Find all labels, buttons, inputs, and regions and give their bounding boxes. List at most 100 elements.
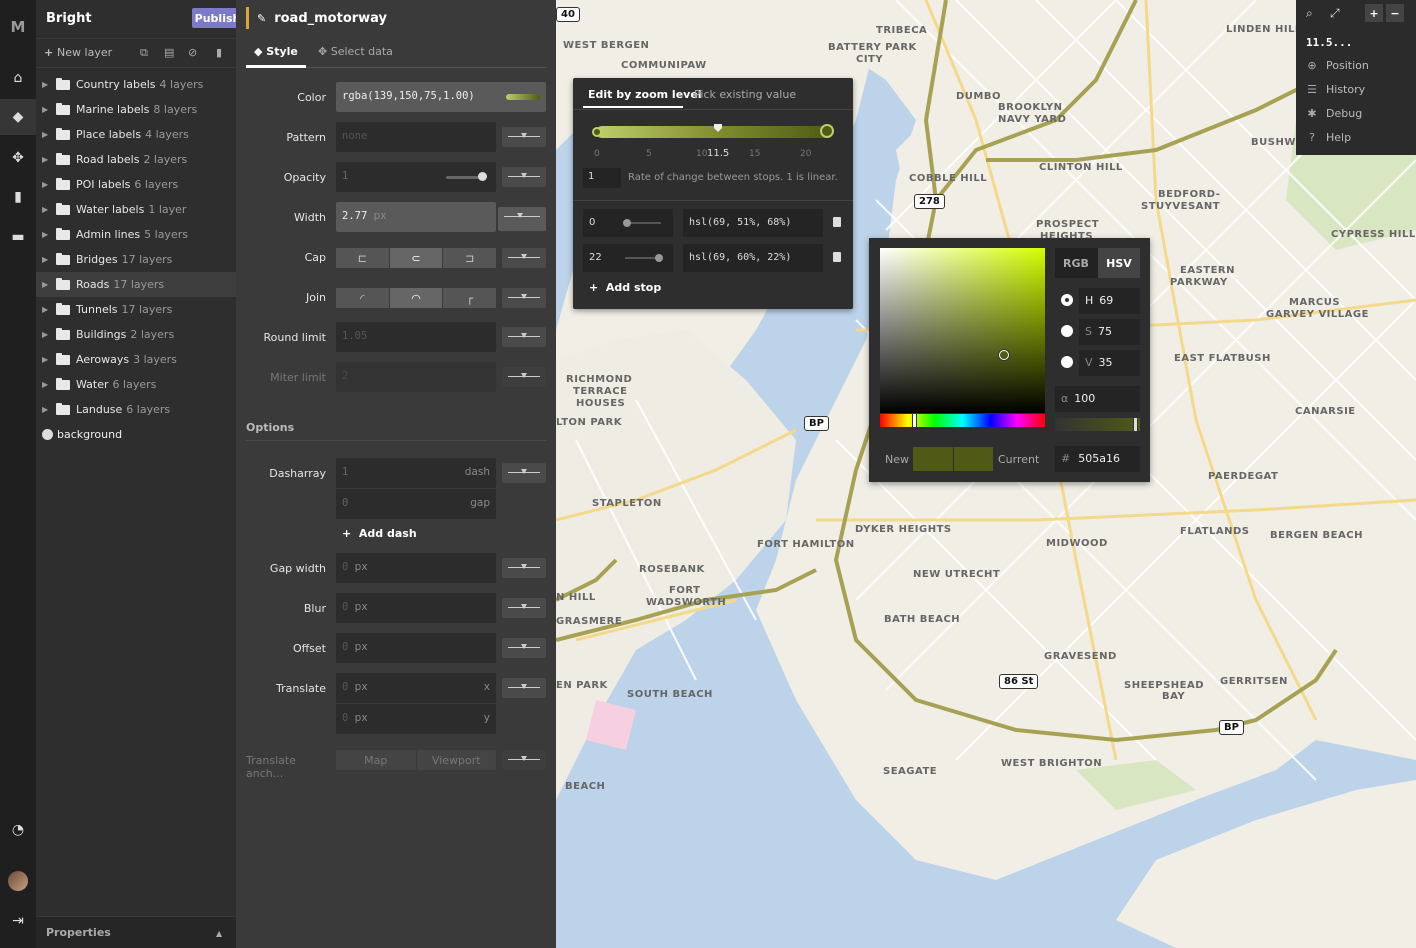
hue-input[interactable]: H 69	[1079, 288, 1140, 314]
new-layer-button[interactable]: + New layer	[44, 46, 112, 59]
gap-width-input[interactable]: 0 px	[336, 553, 496, 583]
color-ramp-swatch[interactable]	[506, 94, 540, 100]
current-color-swatch[interactable]	[954, 447, 993, 471]
dash-input[interactable]: 1 dash	[336, 458, 496, 488]
gap-input[interactable]: 0 gap	[336, 489, 496, 519]
offset-input[interactable]: 0 px	[336, 633, 496, 663]
layer-group-row[interactable]: ▶ Landuse 6 layers	[36, 397, 236, 422]
add-dash-button[interactable]: + Add dash	[342, 527, 417, 540]
miter-limit-input[interactable]: 2	[336, 362, 496, 392]
rate-input[interactable]: 1	[583, 168, 621, 188]
hex-input[interactable]: #505a16	[1055, 446, 1140, 472]
zoom-out-button[interactable]: −	[1386, 4, 1404, 22]
chevron-right-icon[interactable]: ▶	[42, 230, 56, 239]
opacity-zoom-button[interactable]	[502, 167, 546, 187]
layer-group-row[interactable]: ▶ Admin lines 5 layers	[36, 222, 236, 247]
dasharray-zoom-button[interactable]	[502, 463, 546, 483]
position-item[interactable]: ⊕ Position	[1306, 59, 1368, 72]
alpha-slider-handle[interactable]	[1133, 417, 1138, 432]
round-limit-zoom-button[interactable]	[502, 327, 546, 347]
paint-bucket-icon[interactable]: ◆	[0, 99, 36, 135]
stop-handle-start[interactable]	[592, 127, 602, 137]
width-zoom-button[interactable]	[498, 207, 546, 231]
chevron-right-icon[interactable]: ▶	[42, 405, 56, 414]
saturation-radio[interactable]	[1061, 325, 1073, 337]
app-logo[interactable]: M	[0, 9, 36, 45]
help-item[interactable]: ? Help	[1306, 131, 1351, 144]
layer-group-row[interactable]: ▶ POI labels 6 layers	[36, 172, 236, 197]
trash-icon[interactable]	[833, 252, 841, 262]
layer-group-row[interactable]: ▶ Place labels 4 layers	[36, 122, 236, 147]
round-limit-input[interactable]: 1.05	[336, 322, 496, 352]
chevron-right-icon[interactable]: ▶	[42, 330, 56, 339]
opacity-slider-knob[interactable]	[478, 172, 487, 181]
tab-select-data[interactable]: ✥ Select data	[318, 45, 393, 58]
pencil-icon[interactable]: ✎	[257, 12, 266, 25]
chevron-right-icon[interactable]: ▶	[42, 205, 56, 214]
join-zoom-button[interactable]	[502, 288, 546, 308]
layer-group-row[interactable]: ▶ Buildings 2 layers	[36, 322, 236, 347]
translate-x-input[interactable]: 0 px x	[336, 673, 496, 703]
avatar[interactable]	[0, 863, 36, 899]
anchor-map-option[interactable]: Map	[336, 750, 416, 770]
pattern-zoom-button[interactable]	[502, 127, 546, 147]
tab-edit-by-zoom[interactable]: Edit by zoom level	[588, 88, 702, 101]
translate-anchor-zoom-button[interactable]	[502, 750, 546, 770]
chevron-right-icon[interactable]: ▶	[42, 305, 56, 314]
properties-bar[interactable]: Properties ▲	[36, 916, 236, 948]
stop-zoom-input[interactable]: 0	[583, 209, 673, 237]
color-field[interactable]: rgba(139,150,75,1.00)	[336, 82, 546, 112]
cap-butt-icon[interactable]: ⊏	[336, 248, 389, 268]
bell-icon[interactable]: ◔	[0, 812, 36, 848]
tab-rgb[interactable]: RGB	[1055, 248, 1097, 278]
saturation-value-handle[interactable]	[999, 350, 1009, 360]
chevron-right-icon[interactable]: ▶	[42, 180, 56, 189]
cap-round-icon[interactable]: ⊂	[389, 248, 443, 268]
chevron-right-icon[interactable]: ▶	[42, 280, 56, 289]
sources-icon[interactable]: ✥	[0, 140, 36, 176]
chevron-right-icon[interactable]: ▶	[42, 380, 56, 389]
tab-hsv[interactable]: HSV	[1098, 248, 1140, 278]
layer-group-row[interactable]: ▶ Water labels 1 layer	[36, 197, 236, 222]
translate-zoom-button[interactable]	[502, 678, 546, 698]
pattern-input[interactable]: none	[336, 122, 496, 152]
chevron-right-icon[interactable]: ▶	[42, 255, 56, 264]
history-item[interactable]: ☰ History	[1306, 83, 1365, 96]
group-icon[interactable]: ▤	[164, 46, 174, 59]
stop-handle-end[interactable]	[820, 124, 834, 138]
chevron-right-icon[interactable]: ▶	[42, 355, 56, 364]
chevron-right-icon[interactable]: ▶	[42, 130, 56, 139]
layer-group-row[interactable]: ▶ Road labels 2 layers	[36, 147, 236, 172]
chart-icon[interactable]: ▮	[0, 179, 36, 215]
miter-limit-zoom-button[interactable]	[502, 367, 546, 387]
saturation-input[interactable]: S 75	[1079, 319, 1140, 345]
chevron-right-icon[interactable]: ▶	[42, 80, 56, 89]
tab-style[interactable]: ◆ Style	[254, 45, 298, 58]
layer-group-row[interactable]: ▶ Aeroways 3 layers	[36, 347, 236, 372]
join-round-icon[interactable]: ◠	[389, 288, 443, 308]
tab-pick-existing[interactable]: Pick existing value	[694, 88, 796, 101]
duplicate-icon[interactable]: ⧉	[140, 46, 148, 60]
hide-icon[interactable]: ⊘	[188, 46, 197, 59]
saturation-value-area[interactable]	[880, 248, 1045, 413]
opacity-field[interactable]: 1	[336, 162, 496, 192]
stop-value-input[interactable]: hsl(69, 60%, 22%)	[683, 244, 823, 272]
fullscreen-icon[interactable]: ⤢	[1330, 6, 1340, 21]
sign-out-icon[interactable]: ⇥	[0, 903, 36, 939]
offset-zoom-button[interactable]	[502, 638, 546, 658]
opacity-slider[interactable]	[446, 176, 482, 179]
zoom-in-button[interactable]: +	[1365, 4, 1383, 22]
trash-icon[interactable]: ▮	[216, 46, 222, 59]
alpha-slider[interactable]	[1055, 417, 1140, 432]
anchor-viewport-option[interactable]: Viewport	[416, 750, 496, 770]
folder-icon[interactable]: ▬	[0, 219, 36, 255]
layer-background[interactable]: background	[42, 428, 122, 441]
layer-group-row[interactable]: ▶ Water 6 layers	[36, 372, 236, 397]
blur-input[interactable]: 0 px	[336, 593, 496, 623]
layer-group-row[interactable]: ▶ Roads 17 layers	[36, 272, 236, 297]
layer-group-row[interactable]: ▶ Bridges 17 layers	[36, 247, 236, 272]
translate-y-input[interactable]: 0 px y	[336, 704, 496, 734]
debug-item[interactable]: ✱ Debug	[1306, 107, 1362, 120]
width-input[interactable]: 2.77 px	[336, 202, 496, 232]
alpha-input[interactable]: α 100	[1055, 386, 1140, 412]
